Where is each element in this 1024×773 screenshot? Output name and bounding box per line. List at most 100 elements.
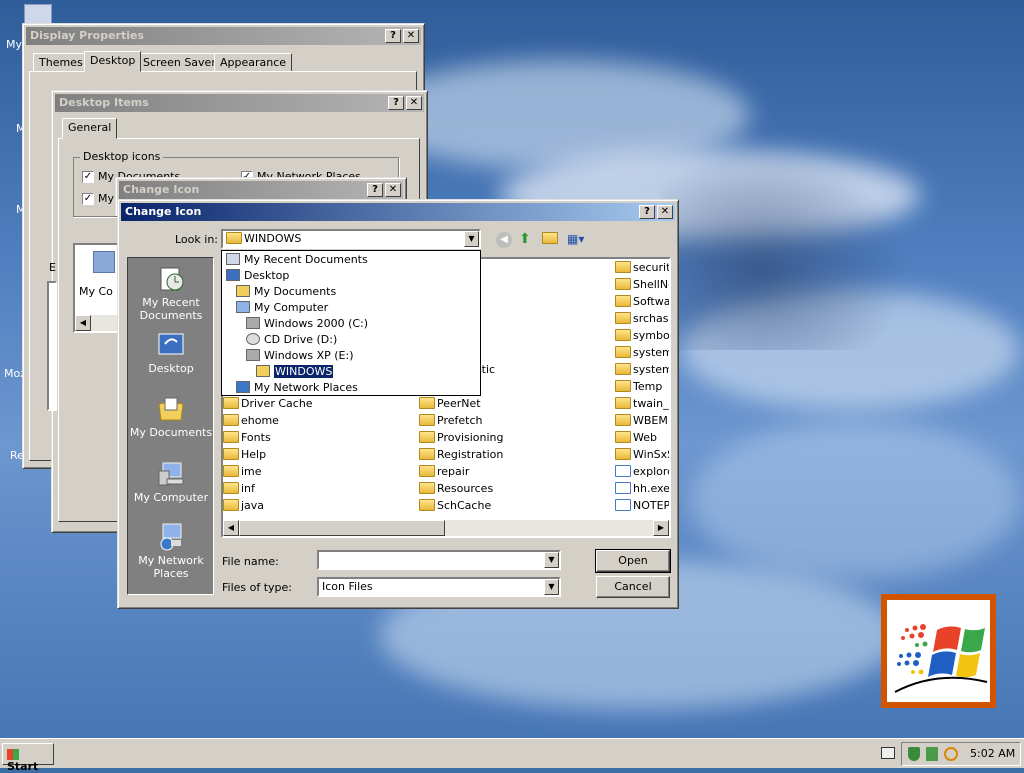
- place-my-network-places[interactable]: My Network Places: [128, 522, 214, 580]
- look-in-dropdown-list[interactable]: My Recent Documents Desktop My Documents My…: [221, 250, 481, 396]
- dropdown-item[interactable]: WINDOWS: [256, 364, 335, 380]
- open-button[interactable]: Open: [595, 549, 671, 573]
- place-my-documents[interactable]: My Documents: [128, 394, 214, 439]
- tab-screen-saver[interactable]: Screen Saver: [137, 53, 222, 72]
- start-button[interactable]: Start: [2, 743, 54, 773]
- file-item[interactable]: hh.exe: [615, 480, 669, 497]
- file-item[interactable]: security: [615, 259, 669, 276]
- file-label: twain_3: [633, 397, 669, 410]
- file-item[interactable]: Registration: [419, 446, 503, 463]
- chevron-down-icon[interactable]: ▼: [544, 552, 559, 568]
- up-folder-icon[interactable]: ⬆: [519, 231, 535, 247]
- dropdown-item[interactable]: My Documents: [236, 284, 336, 300]
- file-item[interactable]: symbols: [615, 327, 669, 344]
- file-item[interactable]: NOTEPA: [615, 497, 669, 514]
- check-icon[interactable]: ✓: [82, 193, 94, 205]
- tab-general[interactable]: General: [62, 118, 118, 139]
- folder-icon: [615, 380, 631, 392]
- desktop-icon-label[interactable]: My: [6, 38, 22, 51]
- help-button[interactable]: ?: [367, 183, 383, 197]
- back-icon[interactable]: ◀: [496, 232, 512, 248]
- tab-appearance[interactable]: Appearance: [214, 53, 293, 72]
- file-item[interactable]: Provisioning: [419, 429, 504, 446]
- file-item[interactable]: inf: [223, 480, 255, 497]
- scroll-thumb[interactable]: [239, 520, 445, 536]
- file-item[interactable]: twain_3: [615, 395, 669, 412]
- scroll-left-arrow[interactable]: ◀: [75, 315, 91, 331]
- file-item[interactable]: srchass: [615, 310, 669, 327]
- taskbar: Start 5:02 AM: [0, 738, 1024, 773]
- look-in-combo[interactable]: WINDOWS ▼: [221, 229, 481, 249]
- tab-themes[interactable]: Themes: [33, 53, 89, 72]
- file-item[interactable]: PeerNet: [419, 395, 481, 412]
- search-icon[interactable]: [944, 747, 958, 761]
- file-item[interactable]: system3: [615, 361, 669, 378]
- file-item[interactable]: repair: [419, 463, 469, 480]
- file-item[interactable]: Prefetch: [419, 412, 482, 429]
- scroll-left-arrow[interactable]: ◀: [223, 520, 239, 536]
- chevron-down-icon[interactable]: ▼: [464, 231, 479, 247]
- dropdown-item[interactable]: My Recent Documents: [226, 252, 368, 268]
- new-folder-icon[interactable]: [542, 232, 560, 246]
- close-button[interactable]: ✕: [406, 96, 422, 110]
- help-button[interactable]: ?: [385, 29, 401, 43]
- network-icon: [160, 523, 182, 551]
- file-item[interactable]: ehome: [223, 412, 279, 429]
- dropdown-item[interactable]: Windows 2000 (C:): [246, 316, 368, 332]
- close-button[interactable]: ✕: [385, 183, 401, 197]
- file-item[interactable]: system: [615, 344, 669, 361]
- file-name-input[interactable]: ▼: [317, 550, 561, 570]
- file-item[interactable]: SchCache: [419, 497, 491, 514]
- file-item[interactable]: ime: [223, 463, 262, 480]
- file-item[interactable]: Help: [223, 446, 266, 463]
- change-icon-back-titlebar[interactable]: Change Icon ? ✕: [119, 181, 403, 199]
- dropdown-item-label: Windows XP (E:): [264, 349, 354, 362]
- look-in-value: WINDOWS: [244, 232, 302, 245]
- file-item[interactable]: Web: [615, 429, 657, 446]
- file-type-select[interactable]: Icon Files ▼: [317, 577, 561, 597]
- checkbox-label: My: [98, 192, 115, 205]
- tab-desktop[interactable]: Desktop: [84, 51, 142, 72]
- file-label: repair: [437, 465, 470, 478]
- help-button[interactable]: ?: [388, 96, 404, 110]
- help-button[interactable]: ?: [639, 205, 655, 219]
- place-my-computer[interactable]: My Computer: [128, 459, 214, 504]
- file-item[interactable]: Resources: [419, 480, 493, 497]
- dropdown-item[interactable]: CD Drive (D:): [246, 332, 337, 348]
- desktop-items-titlebar[interactable]: Desktop Items ? ✕: [55, 94, 424, 112]
- check-icon[interactable]: ✓: [82, 171, 94, 183]
- chevron-down-icon[interactable]: ▼: [544, 579, 559, 595]
- place-my-recent-documents[interactable]: My Recent Documents: [128, 264, 214, 322]
- change-icon-titlebar[interactable]: Change Icon ? ✕: [121, 203, 675, 221]
- file-item[interactable]: Temp: [615, 378, 662, 395]
- dropdown-item[interactable]: Windows XP (E:): [246, 348, 354, 364]
- view-menu-icon[interactable]: ▦▾: [567, 232, 589, 248]
- scroll-right-arrow[interactable]: ▶: [653, 520, 669, 536]
- open-folder-icon: [256, 365, 270, 377]
- file-item[interactable]: ShellNe: [615, 276, 669, 293]
- network-status-icon[interactable]: [926, 747, 938, 761]
- file-item[interactable]: java: [223, 497, 264, 514]
- cancel-button[interactable]: Cancel: [596, 576, 670, 598]
- list-box[interactable]: [47, 281, 57, 411]
- change-icon-dialog[interactable]: Change Icon ? ✕ Look in: WINDOWS ▼ ◀ ⬆ ▦…: [117, 199, 679, 609]
- dropdown-item[interactable]: My Network Places: [236, 380, 358, 396]
- file-item[interactable]: Driver Cache: [223, 395, 313, 412]
- keyboard-icon[interactable]: [881, 747, 895, 759]
- dropdown-item-label: Desktop: [244, 269, 290, 282]
- clock[interactable]: 5:02 AM: [970, 747, 1015, 760]
- place-desktop[interactable]: Desktop: [128, 330, 214, 375]
- file-item[interactable]: Fonts: [223, 429, 271, 446]
- display-properties-titlebar[interactable]: Display Properties ? ✕: [26, 27, 421, 45]
- security-shield-icon[interactable]: [908, 747, 920, 761]
- file-item[interactable]: explore: [615, 463, 669, 480]
- file-item[interactable]: WBEM: [615, 412, 668, 429]
- dropdown-item[interactable]: My Computer: [236, 300, 328, 316]
- horizontal-scrollbar[interactable]: ◀ ▶: [223, 520, 669, 536]
- dropdown-item[interactable]: Desktop: [226, 268, 289, 284]
- file-item[interactable]: WinSxS: [615, 446, 669, 463]
- close-button[interactable]: ✕: [657, 205, 673, 219]
- close-button[interactable]: ✕: [403, 29, 419, 43]
- file-item[interactable]: Softwar: [615, 293, 669, 310]
- checkbox-my-computer[interactable]: ✓ My: [82, 192, 114, 205]
